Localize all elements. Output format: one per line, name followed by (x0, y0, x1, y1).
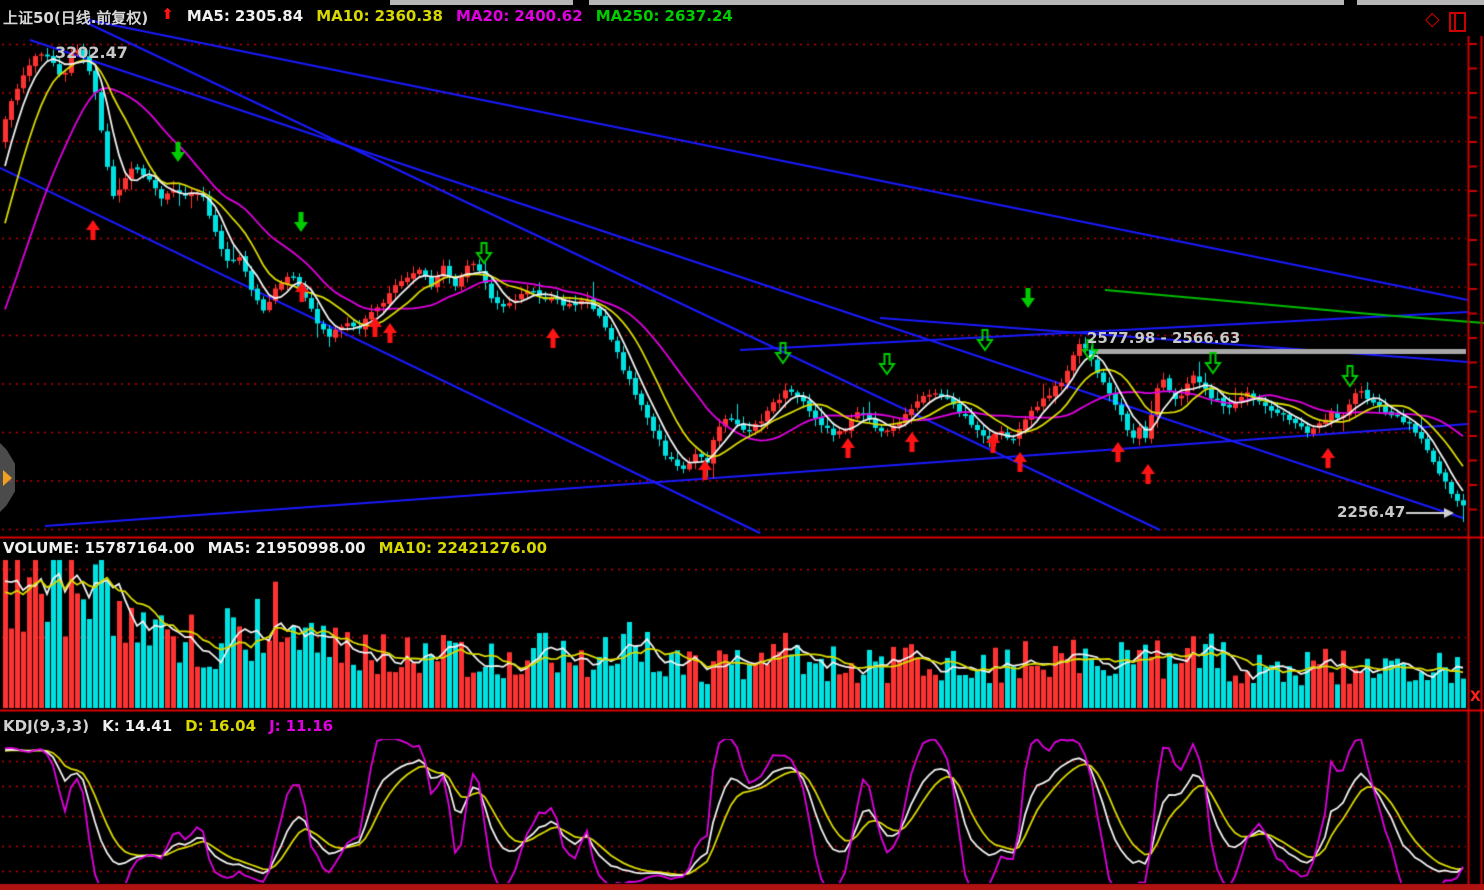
kdj-j-readout: J:11.16 (269, 717, 333, 735)
window-title-strip (390, 0, 1484, 5)
main-chart-header: 上证50(日线.前复权) ⬆ MA5:2305.84 MA10:2360.38 … (3, 7, 733, 28)
period-high-label: 3202.47 (55, 43, 128, 62)
close-icon[interactable]: X (1470, 689, 1481, 705)
symbol-title: 上证50(日线.前复权) (3, 7, 148, 28)
trading-app-window: 上证50(日线.前复权) ⬆ MA5:2305.84 MA10:2360.38 … (0, 0, 1484, 890)
strip-notch (573, 0, 589, 5)
volume-ma10-readout: MA10:22421276.00 (379, 539, 548, 557)
kdj-d-readout: D:16.04 (185, 717, 256, 735)
kdj-k-readout: K:14.41 (102, 717, 172, 735)
diamond-icon[interactable]: ◇ (1425, 8, 1440, 30)
gap-range-label: 2577.98 - 2566.63 (1087, 329, 1240, 347)
ma10-readout: MA10:2360.38 (316, 7, 443, 28)
ma5-readout: MA5:2305.84 (187, 7, 303, 28)
sidebar-handle-arrow-icon (3, 470, 12, 486)
kdj-title: KDJ(9,3,3) (3, 717, 89, 735)
window-restore-icon[interactable] (1449, 12, 1466, 32)
volume-ma5-readout: MA5:21950998.00 (208, 539, 366, 557)
window-restore-icon-bar (1454, 14, 1456, 30)
chart-canvas[interactable] (0, 0, 1484, 890)
ma20-readout: MA20:2400.62 (456, 7, 583, 28)
volume-header: VOLUME:15787164.00 MA5:21950998.00 MA10:… (3, 539, 547, 557)
ma250-readout: MA250:2637.24 (596, 7, 733, 28)
last-price-label: 2256.47 (1337, 503, 1405, 521)
kdj-header: KDJ(9,3,3) K:14.41 D:16.04 J:11.16 (3, 717, 333, 735)
up-arrow-icon: ⬆ (161, 7, 174, 28)
strip-notch (1344, 0, 1357, 5)
volume-readout: VOLUME:15787164.00 (3, 539, 195, 557)
